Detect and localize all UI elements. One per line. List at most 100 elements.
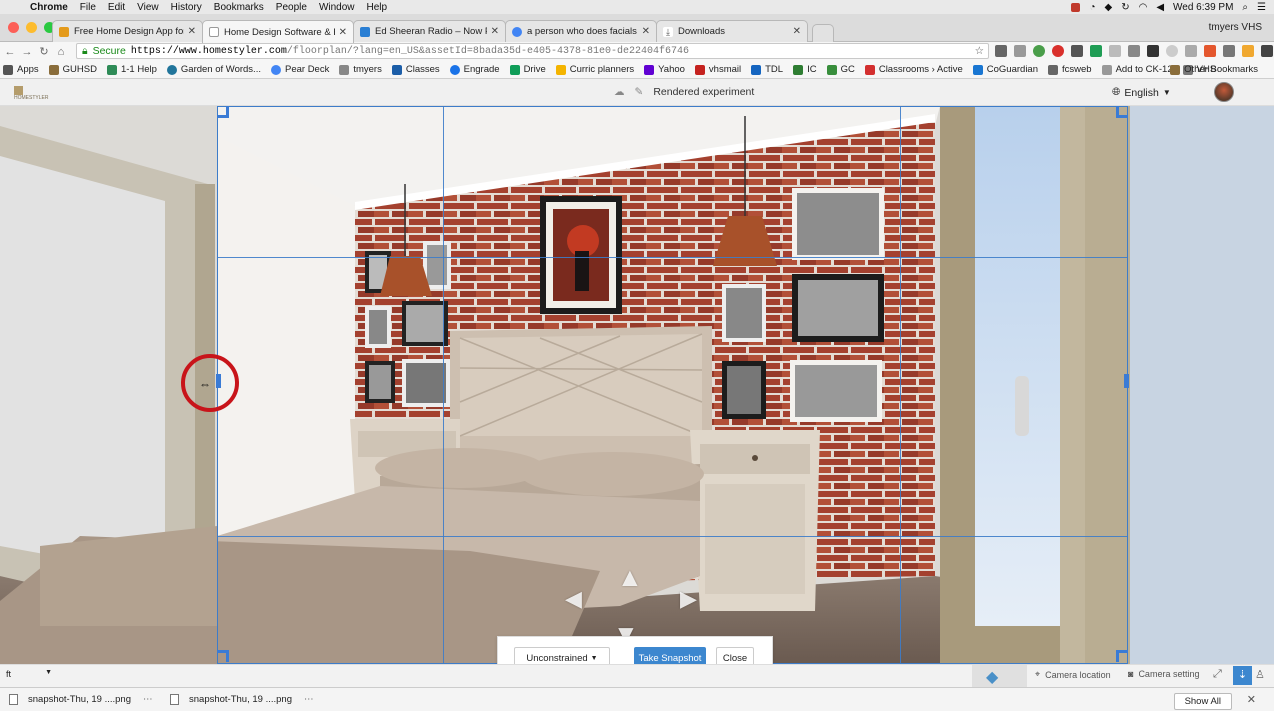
menu-window[interactable]: Window	[315, 2, 363, 13]
cloud-icon[interactable]: ☁	[614, 86, 625, 98]
more-icon[interactable]: ⋯	[143, 694, 153, 705]
drive-icon[interactable]	[1090, 45, 1102, 57]
bookmark-vhsmail[interactable]: vhsmail	[694, 64, 741, 75]
arrow-right-icon[interactable]: ▶	[680, 586, 697, 612]
menu-people[interactable]: People	[272, 2, 315, 13]
bookmark-peardeck[interactable]: Pear Deck	[270, 64, 329, 75]
bookmark-ic[interactable]: IC	[793, 64, 817, 75]
close-tab-icon[interactable]: ✕	[793, 26, 801, 37]
bookmark-fcsweb[interactable]: fcsweb	[1048, 64, 1092, 75]
volume-icon[interactable]: ◀	[1156, 2, 1164, 13]
extension-icon[interactable]	[1128, 45, 1140, 57]
timer-icon[interactable]: ◔	[1089, 2, 1095, 13]
bookmark-yahoo[interactable]: Yahoo	[644, 64, 685, 75]
bookmark-help[interactable]: 1-1 Help	[106, 64, 157, 75]
pinterest-icon[interactable]	[1052, 45, 1064, 57]
clock[interactable]: Wed 6:39 PM	[1173, 2, 1233, 13]
walk-mode-icon[interactable]: ⇣	[1233, 666, 1252, 685]
arrow-up-icon[interactable]: ▲	[617, 562, 643, 593]
extension-icon[interactable]	[1014, 45, 1026, 57]
bookmark-engrade[interactable]: Engrade	[449, 64, 500, 75]
extension-icon[interactable]	[1223, 45, 1235, 57]
close-tab-icon[interactable]: ✕	[339, 27, 347, 38]
menu-history[interactable]: History	[167, 2, 210, 13]
language-selector[interactable]: 🌐︎ English ▼	[1112, 86, 1171, 99]
wifi-icon[interactable]: ◠	[1139, 2, 1148, 13]
download-item[interactable]: snapshot-Thu, 19 ....png ⋯	[170, 694, 322, 705]
bookmark-apps[interactable]: Apps	[3, 64, 39, 75]
close-downloads-icon[interactable]: ✕	[1247, 693, 1256, 706]
new-tab-button[interactable]	[812, 24, 834, 42]
extension-icon[interactable]	[1166, 45, 1178, 57]
bookmark-guhsd[interactable]: GUHSD	[48, 64, 97, 75]
back-icon[interactable]: ←	[3, 46, 17, 58]
bookmark-classrooms[interactable]: Classrooms › Active	[864, 64, 963, 75]
tab-downloads[interactable]: ⤓ Downloads ✕	[656, 20, 808, 42]
camera-setting-button[interactable]: ◙ Camera setting	[1128, 669, 1199, 679]
home-icon[interactable]: ⌂	[54, 46, 68, 58]
crop-handle-bottom-left[interactable]	[217, 650, 229, 662]
bookmark-other[interactable]: Other Bookmarks	[1170, 64, 1258, 75]
menu-icon[interactable]	[1261, 45, 1273, 57]
menu-file[interactable]: File	[76, 2, 104, 13]
menu-help[interactable]: Help	[363, 2, 396, 13]
spotlight-icon[interactable]: ⌕	[1242, 2, 1248, 13]
menu-edit[interactable]: Edit	[104, 2, 133, 13]
menu-view[interactable]: View	[133, 2, 167, 13]
menu-app-name[interactable]: Chrome	[26, 2, 76, 13]
arrow-left-icon[interactable]: ◀	[565, 586, 582, 612]
pencil-icon[interactable]: ✎	[635, 86, 644, 98]
extension-icon[interactable]	[1242, 45, 1254, 57]
unit-selector[interactable]: ft ▼	[2, 669, 56, 685]
bookmark-ck12[interactable]: Add to CK-12	[1101, 64, 1173, 75]
extension-icon[interactable]	[1071, 45, 1083, 57]
close-tab-icon[interactable]: ✕	[491, 26, 499, 37]
extension-icon[interactable]	[1204, 45, 1216, 57]
homestyler-logo[interactable]: HOMESTYLER	[14, 86, 56, 101]
extension-icon[interactable]	[1185, 45, 1197, 57]
bookmark-curric[interactable]: Curric planners	[555, 64, 634, 75]
bookmark-star-icon[interactable]: ☆	[975, 45, 984, 57]
bookmark-classes[interactable]: Classes	[391, 64, 440, 75]
bookmark-gc[interactable]: GC	[826, 64, 855, 75]
bookmark-drive[interactable]: Drive	[509, 64, 546, 75]
tab-ed-sheeran-radio[interactable]: Ed Sheeran Radio – Now Playi ✕	[353, 20, 506, 42]
extension-icon[interactable]	[995, 45, 1007, 57]
show-all-button[interactable]: Show All	[1173, 693, 1232, 710]
person-icon[interactable]: ♙	[1255, 668, 1265, 681]
download-item[interactable]: snapshot-Thu, 19 ....png ⋯	[9, 694, 161, 705]
crop-handle-right[interactable]	[1124, 374, 1129, 388]
camera-location-button[interactable]: ⌖ Camera location	[1035, 669, 1111, 680]
close-tab-icon[interactable]: ✕	[188, 26, 196, 37]
sync-icon[interactable]: ↻	[1121, 2, 1129, 13]
zotero-icon[interactable]	[1147, 45, 1159, 57]
extension-icon[interactable]	[1109, 45, 1121, 57]
status-app-icon[interactable]	[1071, 2, 1081, 12]
avatar[interactable]	[1214, 82, 1234, 102]
bookmark-tdl[interactable]: TDL	[751, 64, 783, 75]
crop-handle-bottom-right[interactable]	[1116, 650, 1128, 662]
profile-name[interactable]: tmyers VHS	[1209, 22, 1262, 33]
fullscreen-icon[interactable]: ⤢	[1213, 668, 1222, 681]
crop-handle-top-left[interactable]	[217, 106, 229, 118]
close-window-button[interactable]	[8, 22, 19, 33]
render-viewport[interactable]: ⇔ ▲ ◀ ▶ ▼	[0, 106, 1274, 664]
tab-homestyler-app[interactable]: Free Home Design App for In ✕	[52, 20, 203, 42]
extension-icon[interactable]	[1033, 45, 1045, 57]
tab-home-design-software[interactable]: Home Design Software & FREE ✕	[202, 20, 354, 43]
menu-bookmarks[interactable]: Bookmarks	[210, 2, 272, 13]
minimize-window-button[interactable]	[26, 22, 37, 33]
bookmark-garden[interactable]: Garden of Words...	[166, 64, 261, 75]
address-bar[interactable]: 🔒︎ Secure https://www.homestyler.com/flo…	[76, 43, 989, 59]
close-tab-icon[interactable]: ✕	[642, 26, 650, 37]
notification-icon[interactable]: ☰	[1257, 2, 1266, 13]
reload-icon[interactable]: ↻	[37, 45, 51, 58]
crop-handle-top-right[interactable]	[1116, 106, 1128, 118]
bookmark-tmyers[interactable]: tmyers	[339, 64, 382, 75]
forward-icon[interactable]: →	[20, 46, 34, 58]
camera-preview[interactable]: ◆	[972, 665, 1027, 687]
bookmark-coguardian[interactable]: CoGuardian	[972, 64, 1038, 75]
tab-google-search[interactable]: a person who does facials – G ✕	[505, 20, 657, 42]
dropbox-icon[interactable]: ◆	[1104, 2, 1112, 13]
more-icon[interactable]: ⋯	[304, 694, 314, 705]
